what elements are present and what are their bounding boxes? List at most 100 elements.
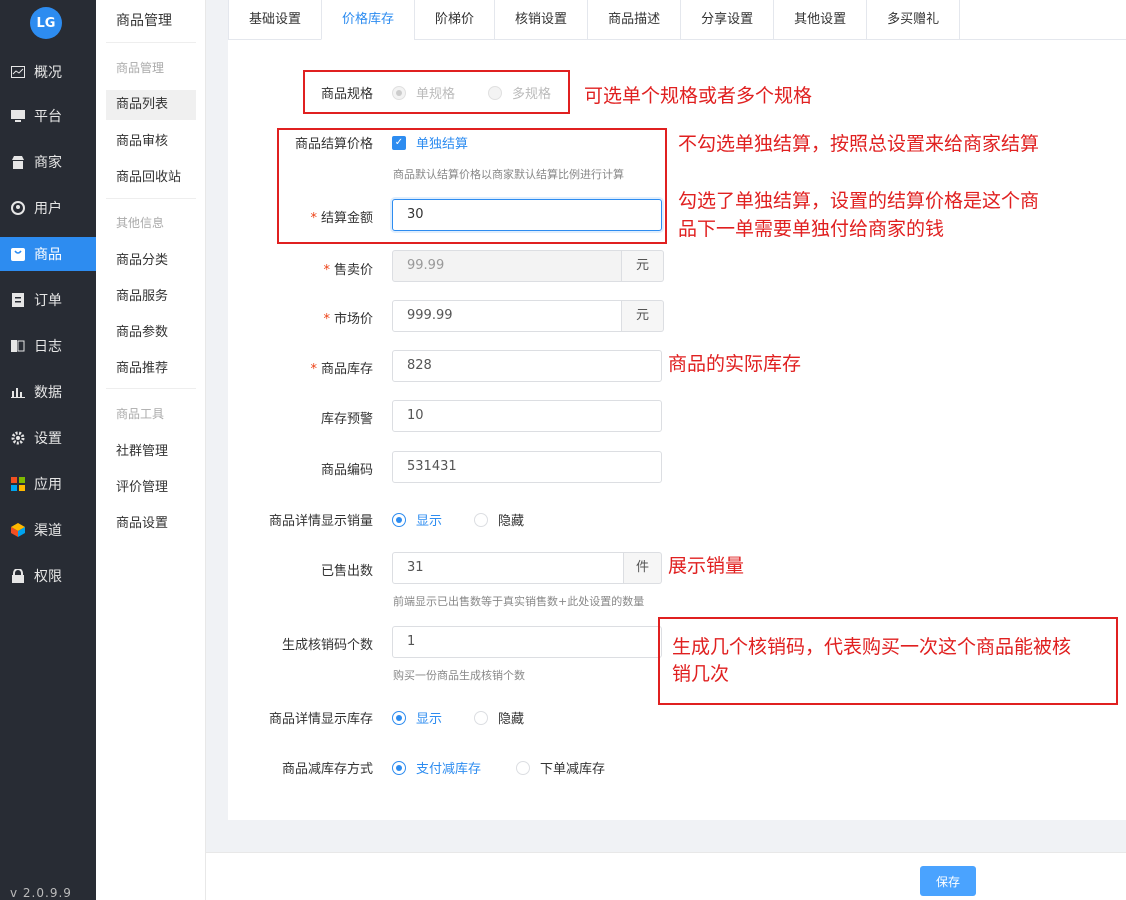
show-stock-hide-radio[interactable]: 隐藏	[474, 708, 524, 727]
radio-dot	[474, 512, 488, 527]
tab-gift[interactable]: 多买赠礼	[866, 0, 961, 40]
annotation-text-verify-b: 销几次	[672, 663, 730, 685]
sidebar-item-apps[interactable]: 应用	[0, 467, 96, 501]
submenu-item-recycle-bin[interactable]: 商品回收站	[106, 163, 196, 193]
sidebar-item-goods[interactable]: 商品	[0, 237, 96, 271]
annotation-box-settle	[277, 128, 667, 244]
save-button[interactable]: 保存	[920, 866, 976, 896]
tab-tier-price[interactable]: 阶梯价	[414, 0, 496, 40]
sidebar-item-permission[interactable]: 权限	[0, 559, 96, 593]
stock-warn-label: 库存预警	[320, 412, 373, 427]
radio-dot	[392, 760, 406, 775]
annotation-text-settle-2b: 品下一单需要单独付给商家的钱	[678, 218, 945, 240]
reduce-on-pay-radio[interactable]: 支付减库存	[392, 758, 481, 777]
show-stock-label: 商品详情显示库存	[268, 712, 373, 727]
unit-suffix: 件	[624, 552, 662, 584]
sale-price-input[interactable]: 99.99	[392, 250, 622, 282]
annotation-text-verify-a: 生成几个核销码，代表购买一次这个商品能被核	[672, 636, 1072, 658]
required-mark: *	[323, 263, 330, 278]
sidebar-item-settings[interactable]: 设置	[0, 421, 96, 455]
app-logo[interactable]: LG	[30, 7, 62, 39]
submenu-item-reviews[interactable]: 评价管理	[106, 473, 196, 503]
tab-price-stock[interactable]: 价格库存	[321, 0, 416, 40]
lock-icon	[10, 568, 26, 584]
goods-code-input[interactable]: 531431	[392, 451, 662, 483]
divider	[106, 388, 196, 389]
footer-bar	[206, 852, 1126, 900]
stock-label: * 商品库存	[233, 358, 373, 377]
submenu-item-goods-list[interactable]: 商品列表	[106, 90, 196, 120]
radio-label: 显示	[416, 514, 443, 529]
submenu-group-label: 商品工具	[116, 407, 165, 421]
sidebar-item-label: 应用	[34, 477, 62, 493]
annotation-box-spec	[303, 70, 570, 114]
tab-bar: 基础设置 价格库存 阶梯价 核销设置 商品描述 分享设置 其他设置 多买赠礼	[228, 0, 1126, 40]
submenu-item-goods-review[interactable]: 商品审核	[106, 127, 196, 157]
version-text: v 2.0.9.9	[10, 886, 72, 900]
sidebar-item-label: 订单	[34, 293, 62, 309]
divider	[106, 42, 196, 43]
goods-code-label: 商品编码	[320, 463, 373, 478]
sidebar-item-label: 商品	[34, 247, 62, 263]
sidebar-item-overview[interactable]: 概况	[0, 55, 96, 89]
log-icon	[10, 338, 26, 354]
market-price-label: * 市场价	[233, 308, 373, 327]
market-price-label-text: 市场价	[333, 312, 373, 327]
sidebar-item-order[interactable]: 订单	[0, 283, 96, 317]
sidebar-item-log[interactable]: 日志	[0, 329, 96, 363]
sidebar-item-merchant[interactable]: 商家	[0, 145, 96, 179]
submenu-item-community[interactable]: 社群管理	[106, 437, 196, 467]
submenu-item-service[interactable]: 商品服务	[106, 282, 196, 312]
store-icon	[10, 154, 26, 170]
tab-share[interactable]: 分享设置	[680, 0, 775, 40]
sold-count-input[interactable]: 31	[392, 552, 624, 584]
submenu-item-category[interactable]: 商品分类	[106, 246, 196, 276]
apps-icon	[10, 476, 26, 492]
stock-input[interactable]: 828	[392, 350, 662, 382]
reduce-on-order-radio[interactable]: 下单减库存	[516, 758, 605, 777]
tab-description[interactable]: 商品描述	[587, 0, 682, 40]
annotation-text-sales: 展示销量	[668, 555, 745, 577]
submenu-item-recommend[interactable]: 商品推荐	[106, 354, 196, 384]
sidebar-item-label: 渠道	[34, 523, 62, 539]
radio-label: 下单减库存	[540, 762, 606, 777]
dashboard-icon	[10, 64, 26, 80]
sidebar-item-label: 设置	[34, 431, 62, 447]
divider	[106, 198, 196, 199]
sidebar-item-platform[interactable]: 平台	[0, 99, 96, 133]
verify-count-label: 生成核销码个数	[281, 638, 373, 653]
submenu-group-label: 商品管理	[116, 61, 165, 75]
stock-warn-input[interactable]: 10	[392, 400, 662, 432]
currency-suffix: 元	[622, 300, 664, 332]
sidebar-item-channel[interactable]: 渠道	[0, 513, 96, 547]
radio-dot	[474, 710, 488, 725]
sidebar-item-label: 数据	[34, 385, 62, 401]
order-icon	[10, 292, 26, 308]
show-sales-show-radio[interactable]: 显示	[392, 510, 442, 529]
sidebar-item-label: 用户	[34, 201, 62, 217]
sidebar-item-user[interactable]: 用户	[0, 191, 96, 225]
radio-label: 隐藏	[498, 514, 525, 529]
annotation-text-settle-2a: 勾选了单独结算，设置的结算价格是这个商	[678, 190, 1040, 212]
tab-other[interactable]: 其他设置	[773, 0, 868, 40]
tab-verify[interactable]: 核销设置	[494, 0, 589, 40]
radio-dot	[516, 760, 530, 775]
radio-dot	[392, 710, 406, 725]
market-price-input[interactable]: 999.99	[392, 300, 622, 332]
sidebar-item-label: 日志	[34, 339, 62, 355]
verify-count-input[interactable]: 1	[392, 626, 662, 658]
sub-sidebar: 商品管理 商品管理 商品列表 商品审核 商品回收站 其他信息 商品分类 商品服务…	[96, 0, 206, 900]
submenu-title: 商品管理	[116, 13, 172, 29]
submenu-item-params[interactable]: 商品参数	[106, 318, 196, 348]
submenu-item-goods-settings[interactable]: 商品设置	[106, 509, 196, 539]
annotation-text-stock: 商品的实际库存	[668, 353, 802, 375]
tab-basic[interactable]: 基础设置	[228, 0, 323, 40]
sale-price-label-text: 售卖价	[333, 263, 373, 278]
show-stock-show-radio[interactable]: 显示	[392, 708, 442, 727]
sidebar-item-data[interactable]: 数据	[0, 375, 96, 409]
show-sales-hide-radio[interactable]: 隐藏	[474, 510, 524, 529]
annotation-text-settle-1: 不勾选单独结算，按照总设置来给商家结算	[678, 133, 1040, 155]
show-sales-label: 商品详情显示销量	[268, 514, 373, 529]
sidebar-item-label: 平台	[34, 109, 62, 125]
required-mark: *	[323, 312, 330, 327]
